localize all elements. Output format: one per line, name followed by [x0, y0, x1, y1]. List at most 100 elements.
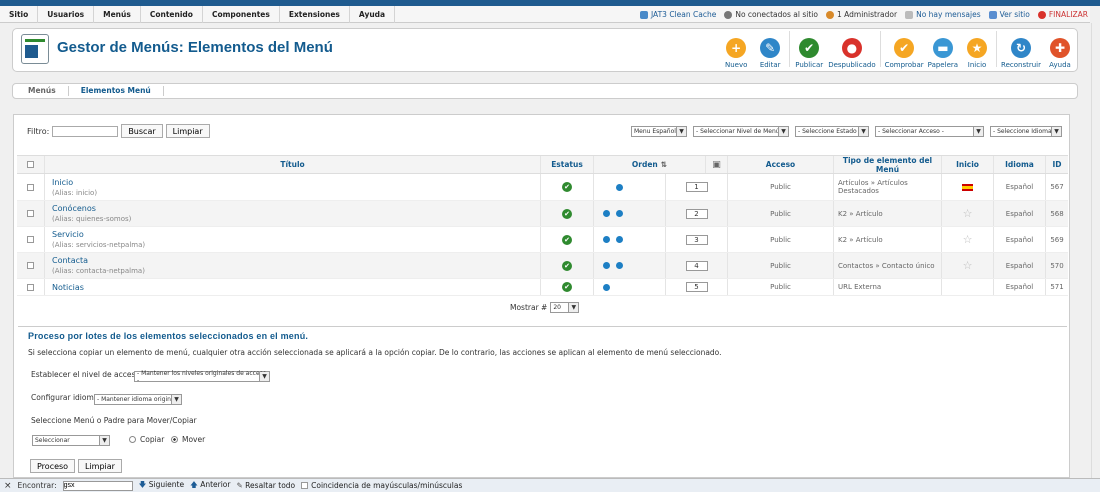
- toolbar-inicio-button[interactable]: ★ Inicio: [960, 31, 994, 69]
- menu-ayuda[interactable]: Ayuda: [350, 5, 396, 23]
- move-option[interactable]: Mover: [171, 435, 205, 444]
- logout-link[interactable]: FINALIZAR: [1037, 10, 1088, 19]
- toolbar-editar-button[interactable]: ✎ Editar: [753, 31, 787, 69]
- find-prev-button[interactable]: 🡅 Anterior: [190, 479, 230, 492]
- subnav-menu-items[interactable]: Elementos Menú: [69, 86, 164, 96]
- order-input[interactable]: 5: [685, 282, 708, 292]
- messages-link[interactable]: No hay mensajes: [905, 10, 981, 19]
- toolbar-nuevo-button[interactable]: + Nuevo: [719, 31, 753, 69]
- batch-clear-button[interactable]: Limpiar: [78, 459, 122, 473]
- spain-flag-icon[interactable]: [962, 183, 973, 191]
- toolbar-comprobar-button[interactable]: ✔ Comprobar: [883, 31, 926, 69]
- move-down-icon[interactable]: [616, 183, 623, 191]
- toolbar-reconstruir-button[interactable]: ↻ Reconstruir: [999, 31, 1043, 69]
- batch-language-select[interactable]: - Mantener idioma original - ▼: [94, 394, 182, 405]
- select-all-checkbox[interactable]: [27, 161, 34, 168]
- save-order-icon[interactable]: ▣: [712, 160, 721, 170]
- move-down-icon[interactable]: [616, 262, 623, 269]
- menu-contenido[interactable]: Contenido: [141, 5, 203, 23]
- menu-sitio[interactable]: Sitio: [0, 5, 39, 23]
- limit-select[interactable]: 20 ▼: [550, 302, 580, 313]
- page-scrollbar[interactable]: [1091, 23, 1100, 478]
- alias-value: inicio: [75, 188, 95, 197]
- toolbar-despublicado-button[interactable]: ● Despublicado: [826, 31, 877, 69]
- toolbar-ayuda-button[interactable]: ✚ Ayuda: [1043, 31, 1077, 69]
- toolbar-nuevo-label: Nuevo: [724, 61, 748, 69]
- move-up-icon[interactable]: [603, 262, 610, 269]
- alias-prefix: (Alias:: [52, 267, 76, 275]
- batch-menu-select[interactable]: Seleccionar ▼: [32, 435, 110, 446]
- item-title-link[interactable]: Servicio: [52, 230, 84, 239]
- col-home[interactable]: Inicio: [942, 156, 994, 173]
- move-down-icon[interactable]: [616, 236, 623, 243]
- state-select[interactable]: - Seleccione Estado - ▼: [795, 126, 869, 137]
- find-bar: × Encontrar: 🡇 Siguiente 🡅 Anterior ✎ Re…: [0, 478, 1100, 492]
- match-case-checkbox[interactable]: [301, 482, 309, 489]
- move-up-icon[interactable]: [603, 236, 610, 243]
- row-checkbox[interactable]: [27, 236, 34, 243]
- col-access[interactable]: Acceso: [728, 156, 834, 173]
- table-row: Conócenos (Alias: quienes-somos) ✔ 2 Publ…: [17, 201, 1068, 227]
- row-checkbox[interactable]: [27, 210, 34, 217]
- row-checkbox[interactable]: [27, 283, 34, 291]
- match-case-label: Coincidencia de mayúsculas/minúsculas: [311, 481, 463, 490]
- star-icon[interactable]: ☆: [963, 207, 973, 220]
- col-type[interactable]: Tipo de elemento del Menú: [834, 156, 942, 174]
- match-case-option[interactable]: Coincidencia de mayúsculas/minúsculas: [301, 481, 462, 490]
- move-up-icon[interactable]: [603, 210, 610, 217]
- col-language[interactable]: Idioma: [994, 156, 1046, 173]
- item-title-link[interactable]: Noticias: [52, 283, 84, 292]
- col-status[interactable]: Estatus: [541, 156, 594, 173]
- process-button[interactable]: Proceso: [30, 459, 76, 473]
- published-check-icon[interactable]: ✔: [562, 208, 572, 219]
- copy-option[interactable]: Copiar: [129, 435, 164, 444]
- published-check-icon[interactable]: ✔: [562, 282, 572, 292]
- row-checkbox[interactable]: [27, 183, 34, 191]
- move-up-icon[interactable]: [603, 283, 610, 291]
- col-title[interactable]: Título: [45, 156, 541, 173]
- subnav-menus[interactable]: Menús: [16, 86, 69, 96]
- order-input[interactable]: 1: [685, 182, 708, 192]
- order-input[interactable]: 4: [685, 260, 708, 271]
- move-radio[interactable]: [171, 436, 178, 443]
- menu-extensiones[interactable]: Extensiones: [280, 5, 350, 23]
- row-checkbox[interactable]: [27, 262, 34, 269]
- batch-language-value: - Mantener idioma original -: [97, 396, 181, 403]
- order-input[interactable]: 3: [685, 234, 708, 245]
- menu-menus[interactable]: Menús: [94, 5, 141, 23]
- filter-input[interactable]: [52, 125, 119, 137]
- close-icon[interactable]: ×: [4, 481, 12, 491]
- move-down-icon[interactable]: [616, 210, 623, 217]
- find-input[interactable]: [62, 480, 133, 491]
- star-icon[interactable]: ☆: [963, 233, 973, 246]
- star-icon[interactable]: ☆: [963, 259, 973, 272]
- menu-usuarios[interactable]: Usuarios: [38, 5, 95, 23]
- menu-componentes[interactable]: Componentes: [203, 5, 280, 23]
- language-select[interactable]: - Seleccione Idioma - ▼: [990, 126, 1062, 137]
- published-check-icon[interactable]: ✔: [562, 260, 572, 271]
- published-check-icon[interactable]: ✔: [562, 234, 572, 245]
- toolbar-nuevo-icon: +: [726, 38, 747, 58]
- item-title-link[interactable]: Conócenos: [52, 204, 96, 213]
- chevron-down-icon: ▼: [778, 127, 788, 136]
- highlight-all-button[interactable]: ✎ Resaltar todo: [236, 481, 295, 490]
- batch-access-select[interactable]: - Mantener los niveles originales de acc…: [134, 370, 270, 384]
- toolbar-papelera-button[interactable]: ▬ Papelera: [926, 31, 960, 69]
- search-button[interactable]: Buscar: [121, 124, 163, 138]
- find-next-button[interactable]: 🡇 Siguiente: [139, 479, 184, 492]
- col-order[interactable]: Orden ⇅: [594, 156, 706, 173]
- access-select[interactable]: - Seleccionar Acceso - ▼: [875, 126, 984, 137]
- clear-button[interactable]: Limpiar: [165, 124, 210, 138]
- col-id[interactable]: ID: [1046, 156, 1068, 173]
- toolbar-publicar-button[interactable]: ✔ Publicar: [792, 31, 826, 69]
- menu-select[interactable]: Menu Español ▼: [631, 126, 687, 137]
- view-site-link[interactable]: Ver sitio: [988, 10, 1030, 19]
- level-select[interactable]: - Seleccionar Nivel de Menú - ▼: [693, 126, 789, 137]
- item-title-link[interactable]: Contacta: [52, 256, 88, 265]
- home-cell: [942, 279, 994, 295]
- item-title-link[interactable]: Inicio: [52, 178, 73, 187]
- clean-cache-link[interactable]: JAT3 Clean Cache: [639, 10, 716, 19]
- copy-radio[interactable]: [129, 436, 136, 443]
- order-input[interactable]: 2: [685, 208, 708, 219]
- published-check-icon[interactable]: ✔: [562, 182, 572, 192]
